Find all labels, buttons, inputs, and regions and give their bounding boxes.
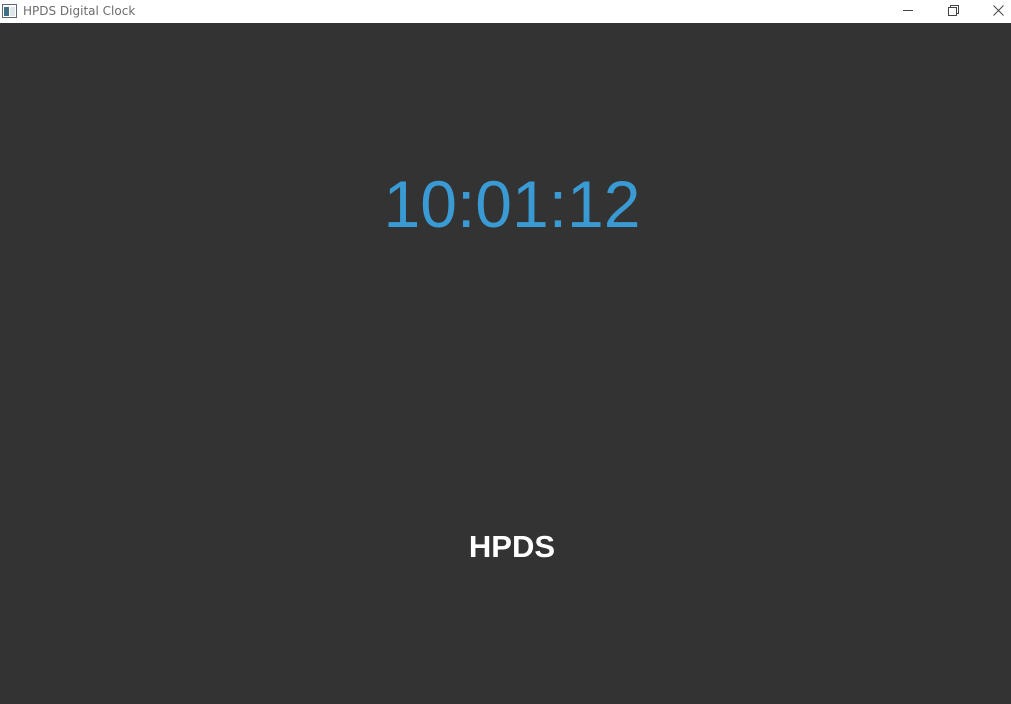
window-title: HPDS Digital Clock — [23, 4, 136, 18]
minimize-icon — [903, 3, 914, 21]
clock-time-display: 10:01:12 — [383, 167, 641, 241]
restore-icon — [948, 3, 959, 21]
title-bar[interactable]: HPDS Digital Clock — [0, 0, 1011, 23]
close-button[interactable] — [976, 0, 1011, 23]
close-icon — [993, 3, 1004, 21]
app-window-icon — [2, 4, 17, 18]
brand-label: HPDS — [468, 529, 556, 564]
minimize-button[interactable] — [886, 0, 931, 23]
maximize-button[interactable] — [931, 0, 976, 23]
clock-panel: 10:01:12 HPDS — [0, 23, 1011, 704]
app-window: HPDS Digital Clock 10:01:12 HPDS — [0, 0, 1011, 704]
